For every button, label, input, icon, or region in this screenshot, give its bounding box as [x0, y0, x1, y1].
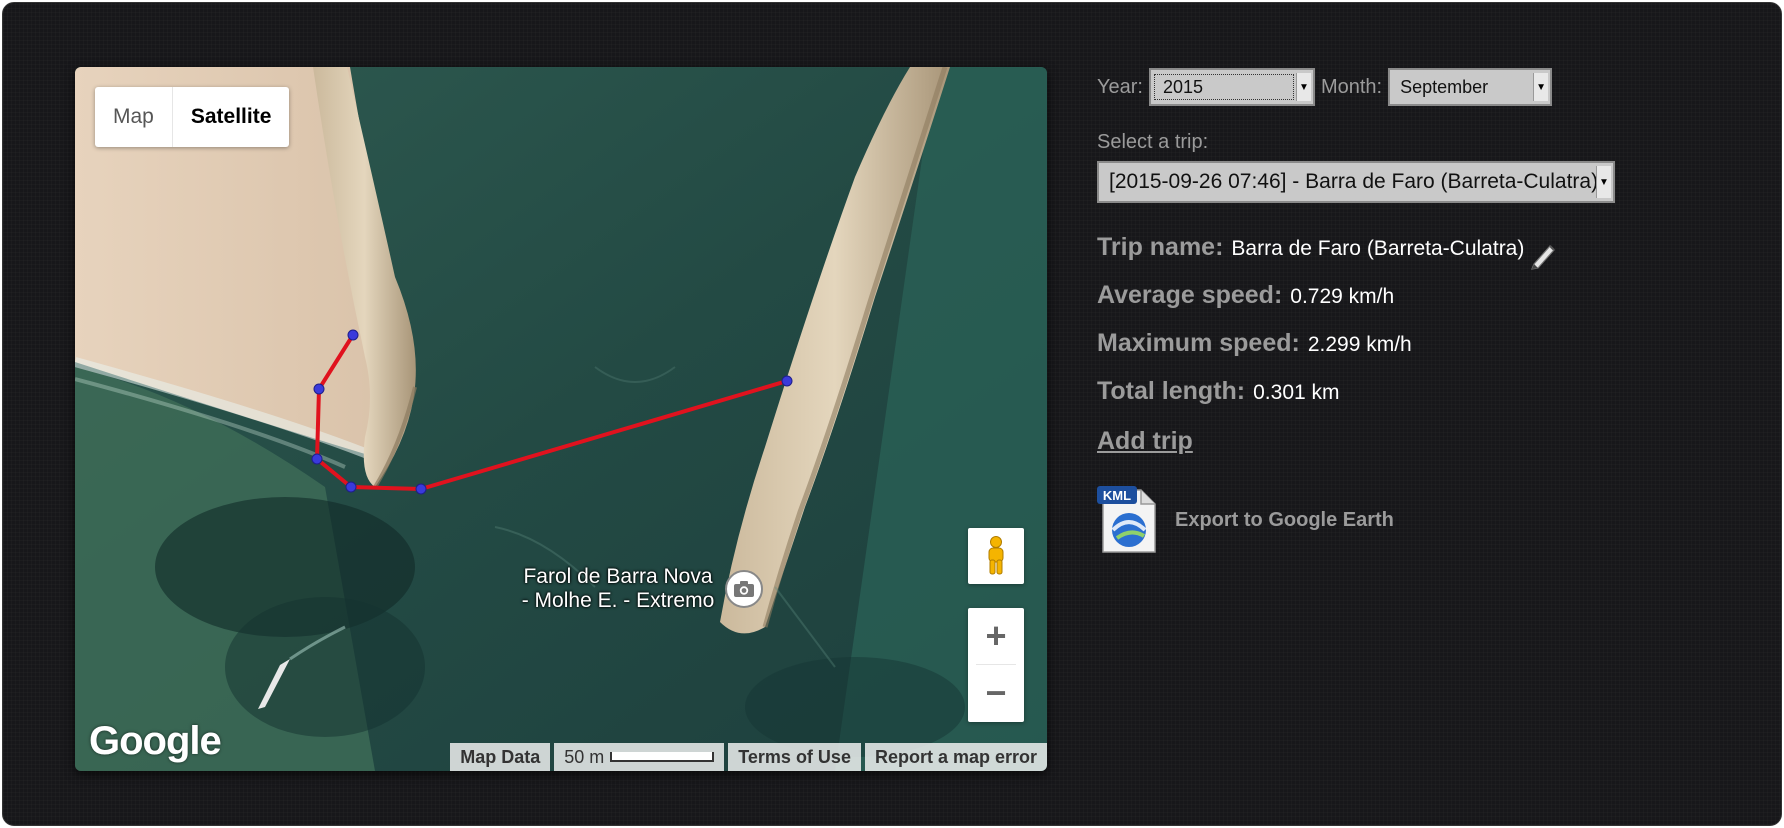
map-type-control: Map Satellite	[95, 87, 290, 147]
month-label: Month:	[1320, 75, 1383, 98]
app-window: Map Satellite Farol de Barra Nova - Molh…	[2, 2, 1782, 826]
average-speed-value: 0.729 km/h	[1290, 285, 1395, 308]
maximum-speed-label: Maximum speed:	[1097, 329, 1300, 357]
scale-label: 50 m	[564, 747, 605, 767]
map-data-link[interactable]: Map Data	[450, 743, 551, 771]
scale-bar[interactable]: 50 m	[554, 743, 725, 771]
trip-name-label: Trip name:	[1097, 233, 1224, 261]
map-type-map-button[interactable]: Map	[95, 87, 172, 147]
year-select[interactable]: 2015 ▼	[1148, 68, 1315, 106]
total-length-label: Total length:	[1097, 377, 1246, 405]
waypoint-marker	[347, 329, 359, 341]
kml-badge: KML	[1103, 488, 1131, 503]
terms-of-use-link[interactable]: Terms of Use	[728, 743, 861, 771]
export-label: Export to Google Earth	[1175, 508, 1394, 531]
zoom-in-button[interactable]: +	[968, 608, 1024, 664]
chevron-down-icon: ▼	[1596, 166, 1611, 198]
year-value: 2015	[1153, 74, 1294, 100]
month-value: September	[1400, 76, 1489, 97]
trip-name-row: Trip name: Barra de Faro (Barreta-Culatr…	[1097, 233, 1737, 281]
poi-label[interactable]: Farol de Barra Nova - Molhe E. - Extremo	[513, 565, 723, 613]
poi-label-line1: Farol de Barra Nova	[523, 565, 713, 588]
map-attribution-bar: Map Data 50 m Terms of Use Report a map …	[446, 743, 1047, 771]
camera-icon[interactable]	[725, 570, 763, 608]
pegman-icon	[988, 536, 1004, 575]
waypoint-marker	[781, 375, 793, 387]
waypoint-marker	[313, 383, 325, 395]
map-type-satellite-button[interactable]: Satellite	[171, 87, 290, 147]
pencil-icon[interactable]	[1528, 240, 1558, 275]
add-trip-link[interactable]: Add trip	[1097, 427, 1193, 456]
maximum-speed-value: 2.299 km/h	[1307, 333, 1412, 356]
select-trip-label: Select a trip:	[1097, 131, 1209, 153]
trip-panel: Year: 2015 ▼ Month: September ▼ Select a…	[1097, 67, 1737, 556]
map-view[interactable]: Map Satellite Farol de Barra Nova - Molh…	[75, 67, 1047, 771]
kml-file-icon: KML	[1097, 486, 1156, 553]
waypoint-marker	[415, 483, 427, 495]
waypoint-marker	[311, 453, 323, 465]
report-map-error-link[interactable]: Report a map error	[864, 743, 1047, 771]
total-length-row: Total length: 0.301 km	[1097, 377, 1737, 425]
chevron-down-icon: ▼	[1533, 73, 1549, 101]
chevron-down-icon: ▼	[1295, 73, 1311, 101]
maximum-speed-row: Maximum speed: 2.299 km/h	[1097, 329, 1737, 377]
total-length-value: 0.301 km	[1253, 381, 1340, 404]
month-select[interactable]: September ▼	[1388, 68, 1553, 106]
scale-bar-graphic	[610, 752, 715, 762]
poi-label-line2: - Molhe E. - Extremo	[521, 589, 715, 612]
google-logo[interactable]: Google	[89, 719, 222, 764]
export-google-earth-link[interactable]: KML Export to Google Earth	[1097, 484, 1737, 556]
zoom-control: + −	[968, 608, 1024, 722]
satellite-imagery[interactable]	[75, 67, 1047, 771]
date-filter-row: Year: 2015 ▼ Month: September ▼	[1097, 67, 1737, 107]
trip-select-value: [2015-09-26 07:46] - Barra de Faro (Barr…	[1109, 170, 1599, 193]
average-speed-row: Average speed: 0.729 km/h	[1097, 281, 1737, 329]
street-view-pegman[interactable]	[968, 528, 1024, 584]
trip-select[interactable]: [2015-09-26 07:46] - Barra de Faro (Barr…	[1097, 161, 1615, 203]
trip-name-value: Barra de Faro (Barreta-Culatra)	[1231, 237, 1525, 260]
year-label: Year:	[1097, 75, 1143, 98]
trip-info: Trip name: Barra de Faro (Barreta-Culatr…	[1097, 233, 1737, 425]
zoom-out-button[interactable]: −	[968, 665, 1024, 721]
average-speed-label: Average speed:	[1097, 281, 1283, 309]
waypoint-marker	[345, 481, 357, 493]
